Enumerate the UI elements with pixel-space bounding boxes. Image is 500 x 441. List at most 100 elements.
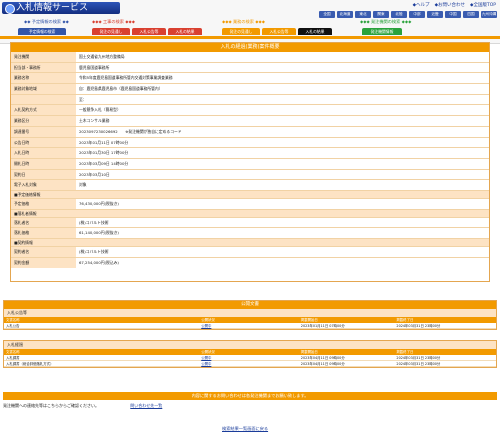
tab-plan-search[interactable]: 予定情報の検索 <box>18 28 66 35</box>
help-link[interactable]: ◆ヘルプ <box>413 2 430 8</box>
category-label: ◆◆◆ 工事の検索 ◆◆◆ <box>92 19 135 24</box>
row-label: 調達番号 <box>11 126 76 137</box>
row-label: 入札契約方式 <box>11 105 76 116</box>
summary-row: 落札価格 61,140,000円(税抜き) <box>11 228 489 239</box>
summary-row: 契約金額 67,254,000円(税込み) <box>11 257 489 269</box>
region-tab[interactable]: 中国 <box>445 11 461 18</box>
row-value: 対象 <box>79 182 87 188</box>
tab-works-result[interactable]: 入札の結果 <box>168 28 202 35</box>
site-logo[interactable]: 入札情報サービス <box>2 2 120 14</box>
section-heading: ■契約情報 <box>11 239 489 247</box>
documents-title: 公開文書 <box>4 301 496 309</box>
tab-service-result[interactable]: 入札の結果 <box>298 28 332 35</box>
contact-row: 発注機関への連絡先等はこちらからご確認ください。 問い合わせ先一覧 <box>3 403 162 409</box>
tab-service-outlook[interactable]: 発注の見通し <box>222 28 260 35</box>
row-value: 鹿児島国道事務所 <box>79 64 110 70</box>
documents-table: 入札経過 文書名称 公開状況 掲載開始日 掲載終了日 入札調書 公開中 2023… <box>3 340 497 368</box>
section-heading: ■落札者情報 <box>11 209 489 218</box>
national-top-link[interactable]: ◆全国版TOP <box>470 2 496 8</box>
summary-row: 至： <box>11 94 489 106</box>
tab-service-notice[interactable]: 入札公告等 <box>262 28 296 35</box>
region-tab[interactable]: 近畿 <box>427 11 443 18</box>
region-tab[interactable]: 北海道 <box>337 11 353 18</box>
row-value: 至： <box>79 96 87 102</box>
summary-row: 業務名称 令和5年度鹿児島国道事務所管内交通対策事業調査業務 <box>11 73 489 85</box>
region-tab[interactable]: 関東 <box>373 11 389 18</box>
row-label: 公告日時 <box>11 137 76 148</box>
contact-link[interactable]: ◆お問い合わせ <box>435 2 465 8</box>
region-tab[interactable]: 四国 <box>463 11 479 18</box>
main-tabs: 予定情報の検索 発注の見通し 入札公告等 入札の結果 発注の見通し 入札公告等 … <box>0 28 500 36</box>
doc-end: 2024年03月31日 23時00分 <box>396 324 441 328</box>
section-heading: ■予定価格情報 <box>11 190 489 199</box>
region-nav: 全国 北海道 東北 関東 北陸 中部 近畿 中国 四国 九州沖縄 <box>319 11 497 18</box>
site-header: 入札情報サービス ◆ヘルプ ◆お問い合わせ ◆全国版TOP 全国 北海道 東北 … <box>0 0 500 44</box>
doc-status-link[interactable]: 公開中 <box>201 361 301 366</box>
doc-status-link[interactable]: 公開中 <box>201 355 301 360</box>
row-value: 一般競争入札（簡易型） <box>79 107 121 113</box>
doc-name: 入札調書（総合評価落札方式） <box>6 362 54 366</box>
category-label: ◆◆◆ 業務の検索 ◆◆◆ <box>222 19 265 24</box>
documents-table: 公開文書 入札公告等 文書名称 公開状況 掲載開始日 掲載終了日 入札公告 公開… <box>3 300 497 330</box>
tab-agency-info[interactable]: 発注機関情報 <box>362 28 402 35</box>
category-label: ◆◆◆ 発注機関の検索 ◆◆◆ <box>360 19 412 24</box>
summary-row: 公告日時 2023年01月11日 07時00分 <box>11 137 489 149</box>
row-label: 電子入札対象 <box>11 180 76 190</box>
inquiry-notice: 内容に関するお問い合わせは各発注機関までお願い致します。 <box>3 392 497 400</box>
region-tab[interactable]: 全国 <box>319 11 335 18</box>
tab-works-outlook[interactable]: 発注の見通し <box>92 28 130 35</box>
doc-name: 入札公告 <box>6 324 20 328</box>
doc-end: 2024年03月31日 23時00分 <box>396 356 441 360</box>
row-value: 2023年01月11日 07時00分 <box>79 139 129 145</box>
doc-start: 2023年01月11日 07時00分 <box>300 324 345 328</box>
summary-row: 契約者名 (株)コバルト技術 <box>11 247 489 258</box>
summary-row: 業務区分 土木コンサル業務 <box>11 116 489 127</box>
contact-list-link[interactable]: 問い合わせ先一覧 <box>130 403 162 408</box>
summary-row: 開札日時 2023年03月09日 14時00分 <box>11 158 489 170</box>
group-heading: 入札経過 <box>4 341 496 349</box>
row-value: (株)コバルト技術 <box>79 249 109 254</box>
row-value: 令和5年度鹿児島国道事務所管内交通対策事業調査業務 <box>79 75 173 81</box>
case-summary-panel: 入札の経過(業務)案件概要 発注機関 国土交通省九州地方整備局 担当部・事務所 鹿児… <box>10 42 490 282</box>
doc-start: 2023年04月11日 09時00分 <box>300 362 345 366</box>
row-label <box>11 94 76 105</box>
row-value: 自：鹿児島県鹿児島市（鹿児島国道事務所管内） <box>79 86 163 92</box>
table-row: 入札調書（総合評価落札方式） 公開中 2023年04月11日 09時00分 20… <box>4 361 496 367</box>
summary-row: 発注機関 国土交通省九州地方整備局 <box>11 52 489 63</box>
row-label: 業務区分 <box>11 116 76 126</box>
row-value: (株)コバルト技術 <box>79 219 109 225</box>
row-label: 契約金額 <box>11 257 76 269</box>
row-value: 67,254,000円(税込み) <box>79 259 119 265</box>
doc-status-link[interactable]: 公開中 <box>201 323 301 328</box>
utility-links: ◆ヘルプ ◆お問い合わせ ◆全国版TOP <box>413 2 496 8</box>
contact-label: 発注機関への連絡先等はこちらからご確認ください。 <box>3 403 99 408</box>
summary-row: 落札者名 (株)コバルト技術 <box>11 217 489 229</box>
row-label: 開札日時 <box>11 158 76 169</box>
nav-underline <box>0 36 500 39</box>
row-value: 2023年01月30日 17時00分 <box>79 150 129 156</box>
summary-row: 業務対象地域 自：鹿児島県鹿児島市（鹿児島国道事務所管内） <box>11 84 489 95</box>
doc-start: 2023年04月11日 09時00分 <box>300 356 345 360</box>
row-label: 発注機関 <box>11 52 76 62</box>
summary-row: 予定価格 76,430,000円(税抜き) <box>11 198 489 210</box>
summary-row: 入札日時 2023年01月30日 17時00分 <box>11 148 489 159</box>
region-tab[interactable]: 九州沖縄 <box>481 11 497 18</box>
page-title: 入札の経過(業務)案件概要 <box>11 43 489 52</box>
row-label: 落札価格 <box>11 228 76 238</box>
summary-row: 担当部・事務所 鹿児島国道事務所 <box>11 62 489 74</box>
row-label: 契約者名 <box>11 247 76 257</box>
row-label: 業務対象地域 <box>11 84 76 94</box>
row-value: 2023年03月09日 14時00分 <box>79 160 129 166</box>
region-tab[interactable]: 東北 <box>355 11 371 18</box>
group-heading: 入札公告等 <box>4 309 496 317</box>
summary-row: 電子入札対象 対象 <box>11 180 489 191</box>
row-label: 落札者名 <box>11 217 76 228</box>
region-tab[interactable]: 北陸 <box>391 11 407 18</box>
tab-works-notice[interactable]: 入札公告等 <box>132 28 166 35</box>
summary-row: 入札契約方式 一般競争入札（簡易型） <box>11 105 489 117</box>
category-label: ◆◆ 予定情報の検索 ◆◆ <box>24 19 69 24</box>
region-tab[interactable]: 中部 <box>409 11 425 18</box>
back-to-results-link[interactable]: 検索結果一覧画面に戻る <box>222 426 268 432</box>
summary-row: 契約日 2023年03月10日 <box>11 169 489 181</box>
doc-name: 入札調書 <box>6 356 20 360</box>
